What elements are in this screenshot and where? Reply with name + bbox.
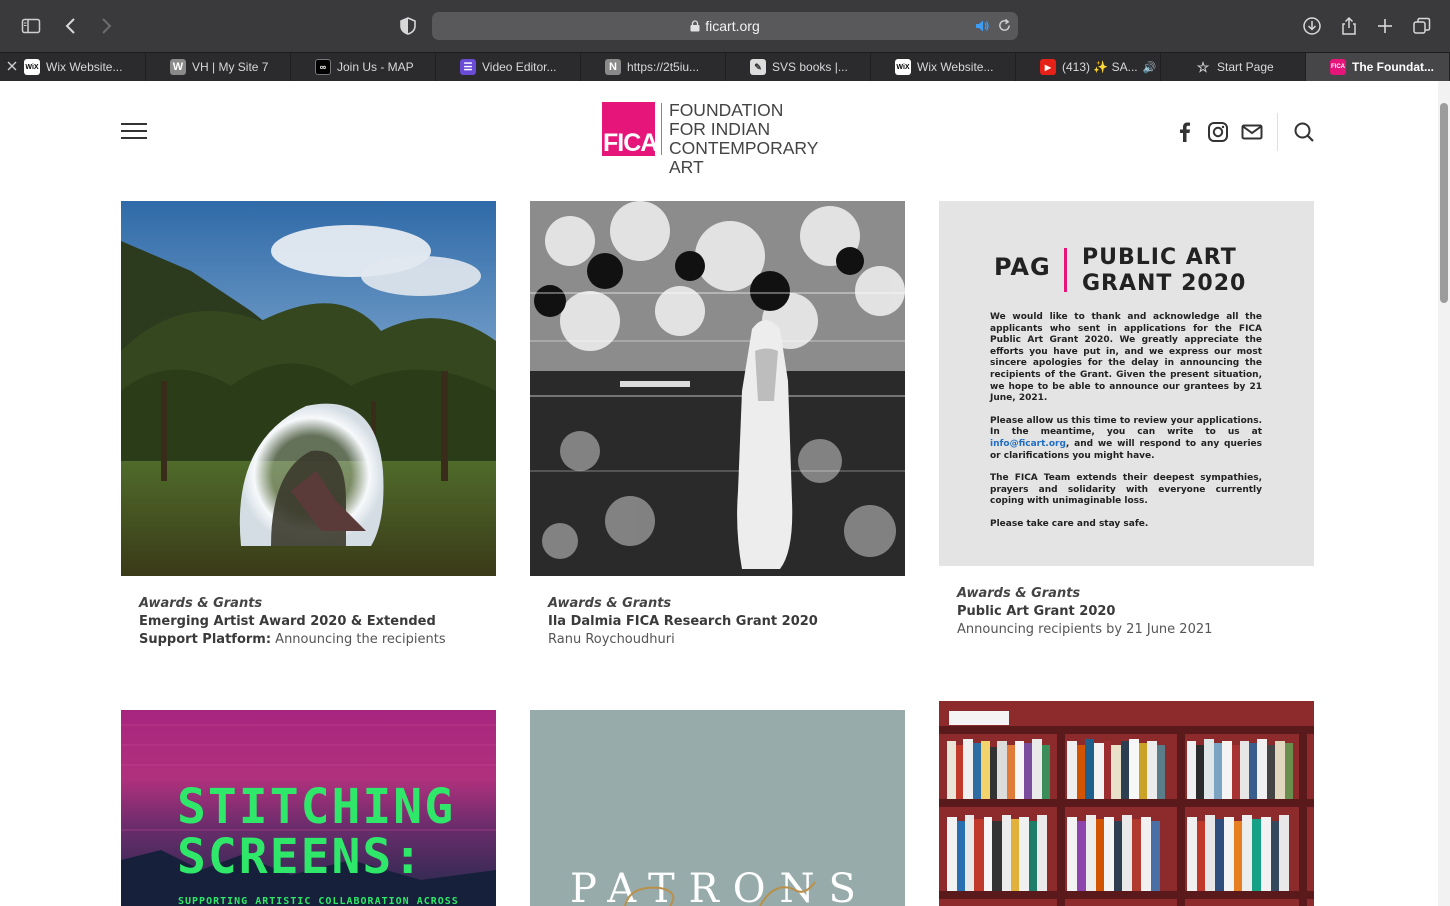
- tab-the-foundation[interactable]: FICA The Foundat...: [1306, 53, 1450, 81]
- patrons-script-flourish: [624, 881, 816, 906]
- facebook-icon[interactable]: [1174, 121, 1196, 143]
- logo-separator: [661, 103, 662, 155]
- speaker-icon[interactable]: [974, 18, 990, 34]
- pag-logo: PAG: [994, 253, 1051, 281]
- logo-mark: FICA: [602, 102, 658, 156]
- scrollbar-thumb[interactable]: [1440, 103, 1448, 303]
- logo-text: FOUNDATION FOR INDIAN CONTEMPORARY ART: [669, 100, 819, 177]
- tab-2t5iu[interactable]: N https://2t5iu...: [581, 53, 726, 81]
- tab-overview-icon[interactable]: [1408, 12, 1436, 40]
- tab-label: Video Editor...: [482, 60, 557, 74]
- tab-youtube[interactable]: ▶ (413) ✨ SA... 🔊: [1016, 53, 1161, 81]
- pag-paragraph: We would like to thank and acknowledge a…: [990, 312, 1262, 404]
- card-meta: Awards & Grants Public Art Grant 2020 An…: [957, 585, 1297, 639]
- book-icon: ✎: [750, 59, 766, 75]
- card-image-patrons[interactable]: PATRONS: [530, 710, 905, 906]
- tab-label: VH | My Site 7: [192, 60, 269, 74]
- tab-join-us-map[interactable]: ∞ Join Us - MAP: [291, 53, 436, 81]
- card-subtitle: Ranu Roychoudhuri: [548, 632, 675, 647]
- pag-divider: [1064, 248, 1067, 292]
- video-editor-icon: ☰: [460, 59, 476, 75]
- card-image-sculpture[interactable]: [121, 201, 496, 576]
- instagram-icon[interactable]: [1207, 121, 1229, 143]
- tab-label: Wix Website...: [46, 60, 123, 74]
- stitching-subtitle: SUPPORTING ARTISTIC COLLABORATION ACROSS: [178, 896, 459, 906]
- card-category: Awards & Grants: [139, 596, 263, 611]
- new-tab-icon[interactable]: [1371, 12, 1399, 40]
- pag-paragraph: Please allow us this time to review your…: [990, 415, 1262, 461]
- search-icon[interactable]: [1293, 121, 1315, 143]
- fica-logo[interactable]: FICA FOUNDATION FOR INDIAN CONTEMPORARY …: [602, 101, 842, 177]
- pag-title: PUBLIC ART GRANT 2020: [1082, 245, 1247, 296]
- card-image-stitching-screens[interactable]: STITCHING SCREENS: SUPPORTING ARTISTIC C…: [121, 710, 496, 906]
- card-image-bookshelf[interactable]: [939, 701, 1314, 906]
- pag-paragraph: Please take care and stay safe.: [990, 518, 1149, 529]
- back-icon[interactable]: [57, 12, 85, 40]
- privacy-shield-icon[interactable]: [394, 12, 422, 40]
- reload-icon[interactable]: [997, 18, 1012, 33]
- address-bar[interactable]: ficart.org: [432, 12, 1018, 40]
- card-category: Awards & Grants: [957, 586, 1081, 601]
- pag-paragraph: The FICA Team extends their deepest symp…: [990, 473, 1262, 507]
- card-image-portrait[interactable]: [530, 201, 905, 576]
- card-image-pag-notice[interactable]: PAG PUBLIC ART GRANT 2020 We would like …: [939, 201, 1314, 566]
- lock-icon: [690, 20, 700, 32]
- tab-label: (413) ✨ SA...: [1062, 60, 1138, 74]
- card-title[interactable]: Ila Dalmia FICA Research Grant 2020: [548, 613, 888, 631]
- pag-body: We would like to thank and acknowledge a…: [990, 312, 1262, 542]
- youtube-icon: ▶: [1040, 59, 1056, 75]
- tab-wix-website-2[interactable]: WiX Wix Website...: [871, 53, 1016, 81]
- tab-vh-my-site[interactable]: W VH | My Site 7: [146, 53, 291, 81]
- share-icon[interactable]: [1335, 12, 1363, 40]
- web-page: FICA FOUNDATION FOR INDIAN CONTEMPORARY …: [0, 81, 1438, 906]
- close-tab-icon[interactable]: [6, 60, 18, 72]
- card-meta: Awards & Grants Ila Dalmia FICA Research…: [548, 595, 888, 649]
- fica-icon: FICA: [1330, 59, 1346, 75]
- n-icon: N: [605, 59, 621, 75]
- card-meta: Awards & Grants Emerging Artist Award 20…: [139, 595, 479, 649]
- card-title[interactable]: Public Art Grant 2020: [957, 603, 1297, 621]
- tab-label: Join Us - MAP: [337, 60, 414, 74]
- forward-icon[interactable]: [92, 12, 120, 40]
- tab-start-page[interactable]: ☆ Start Page: [1161, 53, 1306, 81]
- page-scrollbar[interactable]: [1438, 81, 1450, 906]
- email-link[interactable]: info@ficart.org: [990, 439, 1066, 449]
- map-icon: ∞: [315, 59, 331, 75]
- tab-video-editor[interactable]: ☰ Video Editor...: [436, 53, 581, 81]
- tab-label: https://2t5iu...: [627, 60, 700, 74]
- email-icon[interactable]: [1241, 121, 1263, 143]
- tab-svs-books[interactable]: ✎ SVS books |...: [726, 53, 871, 81]
- audio-playing-icon[interactable]: 🔊: [1143, 61, 1157, 74]
- tab-bar: WiX Wix Website... W VH | My Site 7 ∞ Jo…: [0, 52, 1450, 81]
- card-category: Awards & Grants: [548, 596, 672, 611]
- header-divider: [1277, 113, 1278, 151]
- tab-label: SVS books |...: [772, 60, 848, 74]
- tab-wix-website-1[interactable]: WiX Wix Website...: [0, 53, 146, 81]
- tab-label: Wix Website...: [917, 60, 994, 74]
- browser-toolbar: ficart.org: [0, 0, 1450, 52]
- stitching-title: STITCHING SCREENS:: [177, 779, 456, 885]
- card-subtitle: Announcing the recipients: [275, 632, 446, 647]
- tab-label: The Foundat...: [1352, 60, 1434, 74]
- w-icon: W: [170, 59, 186, 75]
- downloads-icon[interactable]: [1298, 12, 1326, 40]
- tab-label: Start Page: [1217, 60, 1274, 74]
- wix-icon: WiX: [895, 59, 911, 75]
- star-icon: ☆: [1196, 58, 1210, 75]
- url-text: ficart.org: [705, 18, 760, 34]
- wix-icon: WiX: [24, 59, 40, 75]
- card-subtitle: Announcing recipients by 21 June 2021: [957, 622, 1213, 637]
- sidebar-toggle-icon[interactable]: [17, 12, 45, 40]
- menu-icon[interactable]: [121, 122, 147, 140]
